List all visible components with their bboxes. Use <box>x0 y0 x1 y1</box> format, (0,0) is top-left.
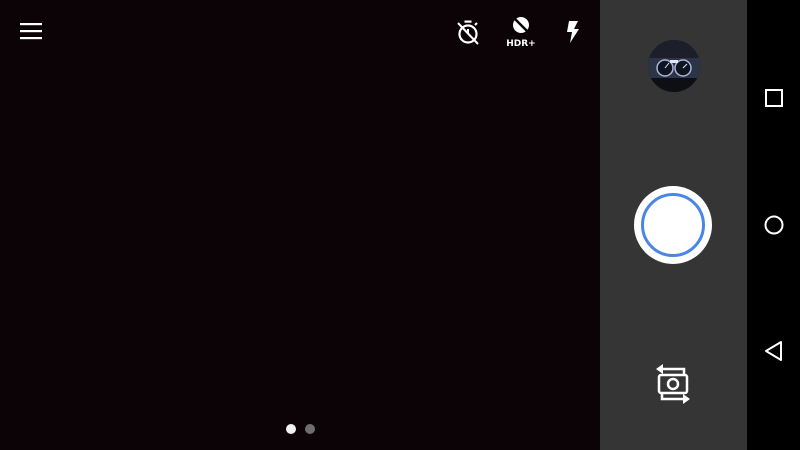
home-button[interactable] <box>758 209 790 241</box>
menu-button[interactable] <box>14 16 48 46</box>
gauge-cluster-photo-icon <box>648 40 700 92</box>
switch-camera-button[interactable] <box>652 362 694 406</box>
recents-square-icon <box>765 89 783 107</box>
recents-button[interactable] <box>758 82 790 114</box>
camera-viewfinder[interactable]: HDR+ <box>0 0 600 450</box>
flash-button[interactable] <box>553 12 593 52</box>
back-button[interactable] <box>758 335 790 367</box>
switch-camera-icon <box>656 364 690 404</box>
shutter-icon <box>641 193 705 257</box>
shutter-button[interactable] <box>634 186 712 264</box>
flash-icon <box>567 21 579 43</box>
android-navigation-bar <box>747 0 800 450</box>
hamburger-menu-icon <box>20 23 42 40</box>
back-triangle-icon <box>765 341 782 361</box>
mode-page-dot-active[interactable] <box>285 424 296 434</box>
last-photo-thumbnail[interactable] <box>648 40 700 92</box>
mode-page-indicator <box>0 422 600 436</box>
hdr-plus-label: HDR+ <box>506 39 535 49</box>
timer-off-icon <box>457 20 479 45</box>
hdr-plus-icon: HDR+ <box>506 16 536 49</box>
home-circle-icon <box>764 215 784 235</box>
timer-button[interactable] <box>448 12 488 52</box>
mode-page-dot[interactable] <box>304 424 315 434</box>
hdr-plus-button[interactable]: HDR+ <box>501 12 541 52</box>
camera-control-panel <box>600 0 747 450</box>
